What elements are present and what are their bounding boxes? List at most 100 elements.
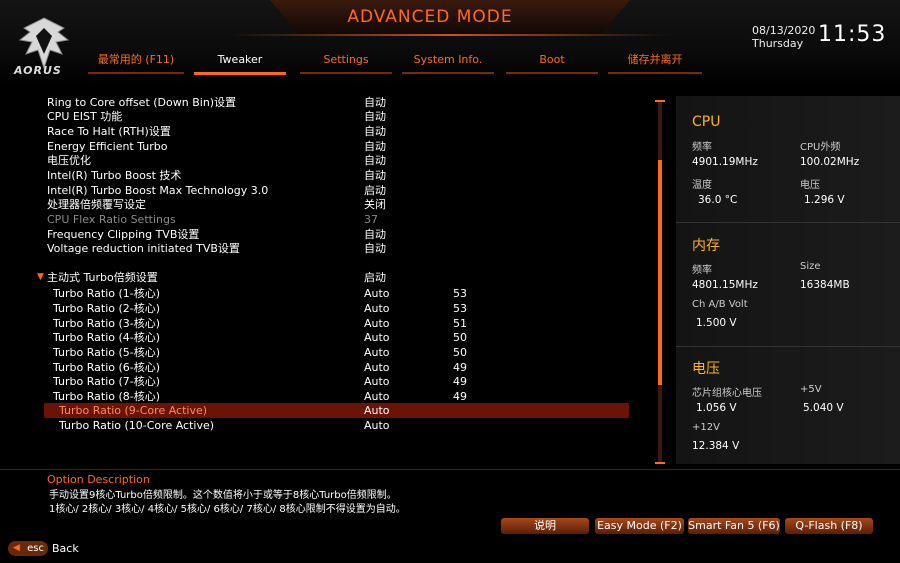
setting-label: Turbo Ratio (3-核心) bbox=[53, 317, 161, 330]
cpu-voltage-value: 1.296 V bbox=[804, 194, 845, 206]
setting-value: 自动 bbox=[364, 228, 386, 241]
setting-row[interactable]: Frequency Clipping TVB设置 自动 bbox=[0, 227, 640, 242]
setting-label: Intel(R) Turbo Boost Max Technology 3.0 bbox=[47, 184, 269, 197]
setting-row[interactable]: Ring to Core offset (Down Bin)设置 自动 bbox=[0, 95, 640, 110]
current-ratio: 49 bbox=[453, 390, 467, 403]
tab-favorites[interactable]: 最常用的 (F11) bbox=[88, 52, 184, 74]
12v-label: +12V bbox=[692, 422, 720, 433]
setting-row[interactable]: 电压优化 自动 bbox=[0, 153, 640, 168]
setting-row[interactable]: Race To Halt (RTH)设置 自动 bbox=[0, 124, 640, 139]
setting-row[interactable]: Turbo Ratio (8-核心) Auto 49 bbox=[0, 389, 640, 404]
setting-label: Energy Efficient Turbo bbox=[47, 140, 168, 153]
setting-row-disabled: CPU Flex Ratio Settings 37 bbox=[0, 212, 640, 227]
setting-value: 自动 bbox=[364, 140, 386, 153]
weekday-text: Thursday bbox=[752, 37, 804, 50]
cpu-bclk-label: CPU外频 bbox=[800, 142, 841, 153]
setting-value: Auto bbox=[364, 361, 390, 374]
setting-label: Voltage reduction initiated TVB设置 bbox=[47, 242, 240, 255]
qflash-button[interactable]: Q-Flash (F8) bbox=[785, 518, 873, 534]
setting-label: 主动式 Turbo倍频设置 bbox=[47, 271, 158, 284]
setting-label: Turbo Ratio (4-核心) bbox=[53, 331, 161, 344]
clock[interactable]: 11:53 bbox=[818, 22, 886, 47]
setting-row[interactable]: Turbo Ratio (1-核心) Auto 53 bbox=[0, 286, 640, 301]
setting-row-selected[interactable]: Turbo Ratio (9-Core Active) Auto bbox=[44, 403, 629, 418]
current-ratio: 53 bbox=[453, 287, 467, 300]
hardware-monitor-panel: CPU 频率 CPU外频 4901.19MHz 100.02MHz 温度 电压 … bbox=[676, 96, 900, 464]
setting-label: CPU EIST 功能 bbox=[47, 110, 123, 123]
setting-row[interactable]: Intel(R) Turbo Boost Max Technology 3.0 … bbox=[0, 183, 640, 198]
setting-value: 自动 bbox=[364, 154, 386, 167]
setting-label: Turbo Ratio (8-核心) bbox=[53, 390, 161, 403]
setting-label: Turbo Ratio (9-Core Active) bbox=[59, 404, 208, 417]
current-ratio: 53 bbox=[453, 302, 467, 315]
5v-value: 5.040 V bbox=[803, 402, 844, 414]
setting-row[interactable]: Turbo Ratio (7-核心) Auto 49 bbox=[0, 374, 640, 389]
mode-title: ADVANCED MODE bbox=[347, 7, 513, 27]
cpu-section-title: CPU bbox=[692, 114, 721, 130]
esc-key-label: esc bbox=[27, 543, 44, 554]
tab-tweaker[interactable]: Tweaker bbox=[194, 52, 286, 75]
setting-label: Turbo Ratio (10-Core Active) bbox=[59, 419, 215, 432]
option-description-title: Option Description bbox=[47, 473, 150, 486]
voltage-section-title: 电压 bbox=[692, 361, 720, 377]
setting-row[interactable]: Intel(R) Turbo Boost 技术 自动 bbox=[0, 168, 640, 183]
setting-row[interactable]: Turbo Ratio (4-核心) Auto 50 bbox=[0, 330, 640, 345]
easy-mode-button[interactable]: Easy Mode (F2) bbox=[595, 518, 684, 534]
setting-label: Turbo Ratio (1-核心) bbox=[53, 287, 161, 300]
setting-row[interactable]: CPU EIST 功能 自动 bbox=[0, 109, 640, 124]
5v-label: +5V bbox=[800, 384, 822, 395]
memory-voltage-label: Ch A/B Volt bbox=[692, 299, 748, 310]
esc-key-button[interactable]: ◀ esc bbox=[8, 541, 48, 556]
panel-divider bbox=[676, 222, 900, 223]
help-button[interactable]: 说明 bbox=[501, 518, 589, 534]
tab-system-info[interactable]: System Info. bbox=[402, 52, 494, 74]
cpu-voltage-label: 电压 bbox=[800, 180, 820, 191]
option-description: Option Description 手动设置9核心Turbo倍频限制。这个数值… bbox=[0, 469, 900, 516]
setting-value: 37 bbox=[364, 213, 378, 226]
setting-label: Race To Halt (RTH)设置 bbox=[47, 125, 171, 138]
setting-row[interactable]: Turbo Ratio (6-核心) Auto 49 bbox=[0, 360, 640, 375]
cpu-temp-label: 温度 bbox=[692, 180, 712, 191]
settings-scrollbar[interactable] bbox=[655, 100, 665, 464]
setting-value: 启动 bbox=[364, 271, 386, 284]
date-text: 08/13/2020 bbox=[752, 24, 816, 37]
setting-row[interactable]: Energy Efficient Turbo 自动 bbox=[0, 139, 640, 154]
current-ratio: 49 bbox=[453, 361, 467, 374]
tab-settings[interactable]: Settings bbox=[300, 52, 392, 74]
setting-label: CPU Flex Ratio Settings bbox=[47, 213, 176, 226]
setting-value: Auto bbox=[364, 317, 390, 330]
setting-value: 自动 bbox=[364, 110, 386, 123]
setting-group-header[interactable]: ▼ 主动式 Turbo倍频设置 启动 bbox=[0, 270, 640, 285]
expand-triangle-icon: ▼ bbox=[37, 272, 44, 282]
description-line: 1核心/ 2核心/ 3核心/ 4核心/ 5核心/ 6核心/ 7核心/ 8核心限制… bbox=[49, 504, 406, 515]
setting-value: Auto bbox=[364, 331, 390, 344]
setting-value: 自动 bbox=[364, 125, 386, 138]
setting-label: Turbo Ratio (7-核心) bbox=[53, 375, 161, 388]
top-bar: AORUS ADVANCED MODE 08/13/2020 Thursday … bbox=[0, 0, 900, 84]
setting-value: 自动 bbox=[364, 169, 386, 182]
setting-row[interactable]: Turbo Ratio (10-Core Active) Auto bbox=[0, 418, 640, 433]
setting-row[interactable]: 处理器倍频覆写设定 关闭 bbox=[0, 197, 640, 212]
tab-save-exit[interactable]: 储存并离开 bbox=[608, 52, 702, 74]
tab-boot[interactable]: Boot bbox=[506, 52, 598, 74]
setting-row[interactable]: Turbo Ratio (2-核心) Auto 53 bbox=[0, 301, 640, 316]
setting-value: Auto bbox=[364, 419, 390, 432]
back-label[interactable]: Back bbox=[52, 542, 79, 555]
setting-row[interactable]: Turbo Ratio (3-核心) Auto 51 bbox=[0, 316, 640, 331]
memory-freq-value: 4801.15MHz bbox=[692, 279, 758, 291]
pch-voltage-value: 1.056 V bbox=[696, 402, 737, 414]
setting-value: Auto bbox=[364, 287, 390, 300]
current-ratio: 50 bbox=[453, 346, 467, 359]
setting-label: Intel(R) Turbo Boost 技术 bbox=[47, 169, 182, 182]
smart-fan-button[interactable]: Smart Fan 5 (F6) bbox=[688, 518, 780, 534]
setting-value: Auto bbox=[364, 390, 390, 403]
scrollbar-thumb[interactable] bbox=[658, 160, 662, 385]
cpu-freq-label: 频率 bbox=[692, 142, 712, 153]
setting-label: Frequency Clipping TVB设置 bbox=[47, 228, 200, 241]
current-ratio: 51 bbox=[453, 317, 467, 330]
setting-row[interactable]: Voltage reduction initiated TVB设置 自动 bbox=[0, 241, 640, 256]
back-arrow-icon: ◀ bbox=[13, 543, 20, 553]
setting-label: Turbo Ratio (5-核心) bbox=[53, 346, 161, 359]
setting-value: Auto bbox=[364, 302, 390, 315]
setting-row[interactable]: Turbo Ratio (5-核心) Auto 50 bbox=[0, 345, 640, 360]
